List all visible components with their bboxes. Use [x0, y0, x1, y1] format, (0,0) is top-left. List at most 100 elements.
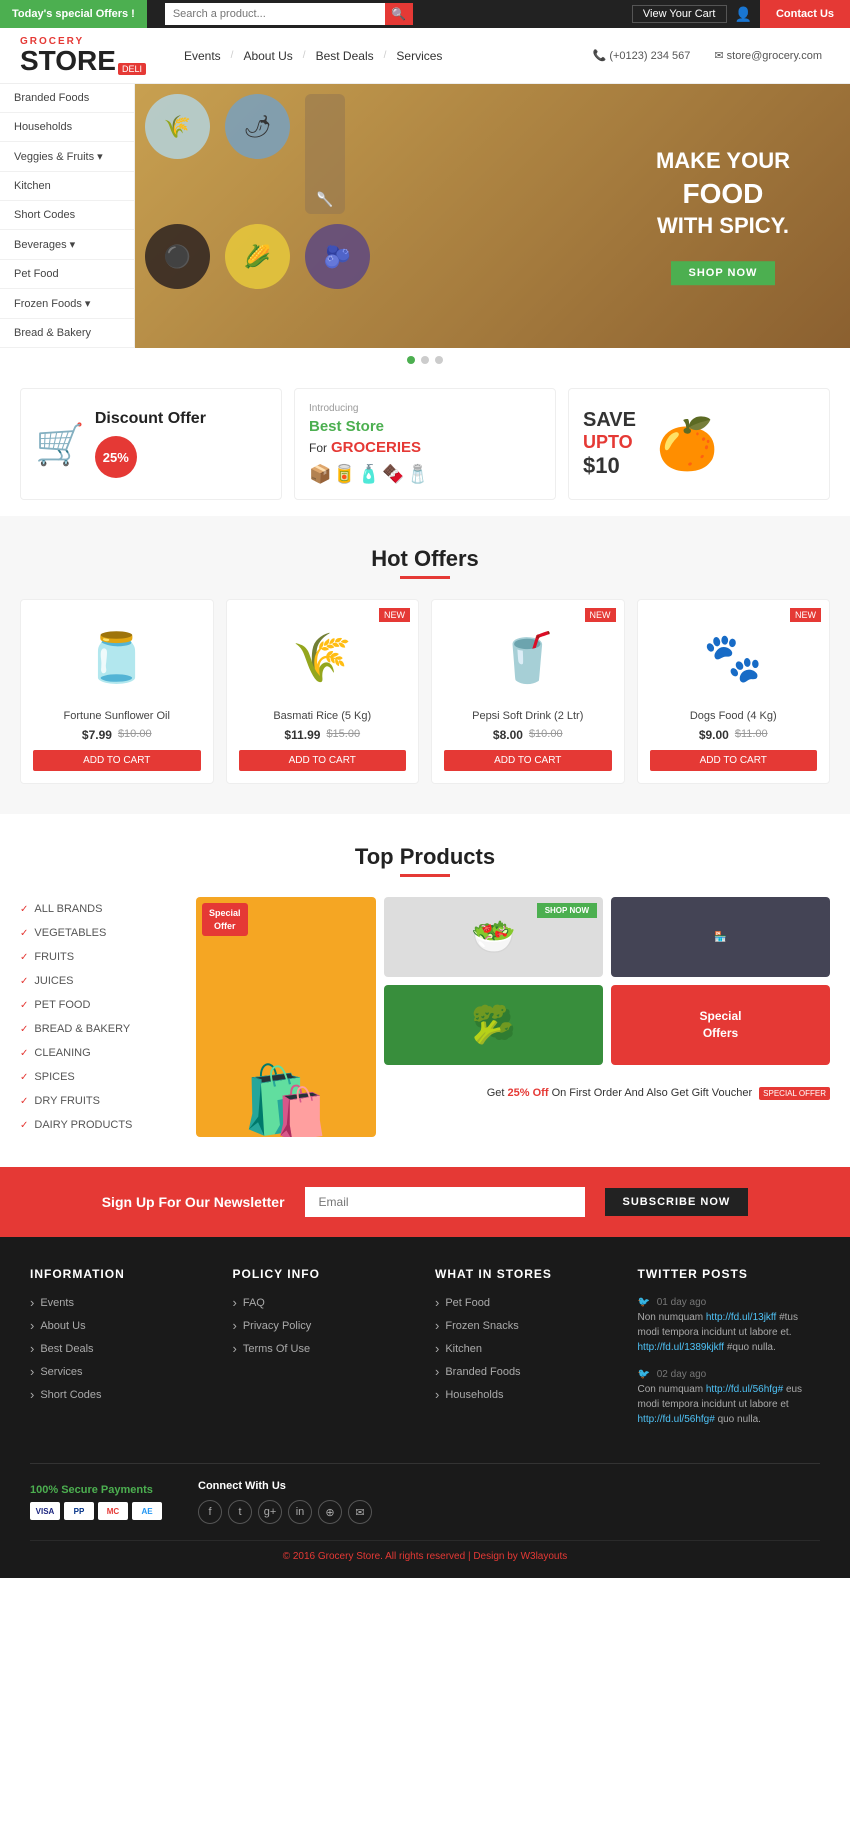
footer-terms-link[interactable]: Terms Of Use	[233, 1341, 416, 1356]
twitter-icon[interactable]: t	[228, 1500, 252, 1524]
promo-orange-icon: 🍊	[656, 415, 718, 474]
secure-payments-label: 100% Secure Payments	[30, 1484, 162, 1496]
mastercard-icon: MC	[98, 1502, 128, 1520]
header-contact-info: 📞 (+0123) 234 567 ✉ store@grocery.com	[593, 49, 830, 62]
twitter-link-2a[interactable]: http://fd.ul/56hfg#	[706, 1384, 783, 1395]
footer-about-link[interactable]: About Us	[30, 1318, 213, 1333]
product-new-price-pepsi: $8.00	[493, 728, 523, 742]
nav-services[interactable]: Services	[388, 49, 450, 63]
footer-kitchen-link[interactable]: Kitchen	[435, 1341, 618, 1356]
footer-services-link[interactable]: Services	[30, 1364, 213, 1379]
product-new-price-dogs: $9.00	[699, 728, 729, 742]
footer-policy-title: POLICY INFO	[233, 1267, 416, 1281]
twitter-text-2: Con numquam	[638, 1384, 704, 1395]
product-old-price-oil: $10.00	[118, 728, 152, 742]
rss-icon[interactable]: ⊕	[318, 1500, 342, 1524]
bowl-spice-red: 🌶	[225, 94, 290, 159]
sidebar-item-beverages[interactable]: Beverages ▾	[0, 230, 134, 260]
footer-best-deals-link[interactable]: Best Deals	[30, 1341, 213, 1356]
promo-introducing: Introducing	[309, 403, 358, 414]
logo-deli-badge: DELI	[118, 63, 146, 75]
top-images-container: SpecialOffer 🛍️ SHOP NOW 🥗 🏪	[196, 897, 830, 1137]
footer-short-codes-link[interactable]: Short Codes	[30, 1387, 213, 1402]
subscribe-button[interactable]: SUBSCRIBE NOW	[605, 1188, 749, 1216]
hero-shop-now-button[interactable]: SHOP NOW	[671, 261, 776, 285]
footer-privacy-link[interactable]: Privacy Policy	[233, 1318, 416, 1333]
twitter-time-1: 01 day ago	[657, 1297, 707, 1308]
product-old-price-pepsi: $10.00	[529, 728, 563, 742]
twitter-end-2: quo nulla.	[718, 1414, 761, 1425]
newsletter-section: Sign Up For Our Newsletter SUBSCRIBE NOW	[0, 1167, 850, 1237]
cat-dry-fruits[interactable]: DRY FRUITS	[20, 1089, 180, 1113]
hot-offers-section: Hot Offers 🫙 Fortune Sunflower Oil $7.99…	[0, 516, 850, 814]
cat-juices[interactable]: JUICES	[20, 969, 180, 993]
footer-frozen-link[interactable]: Frozen Snacks	[435, 1318, 618, 1333]
product-prices-dogs: $9.00 $11.00	[650, 728, 818, 742]
copyright-text: © 2016 Grocery Store. All rights reserve…	[283, 1551, 518, 1562]
sidebar-item-branded-foods[interactable]: Branded Foods	[0, 84, 134, 113]
cat-pet-food[interactable]: PET FOOD	[20, 993, 180, 1017]
spoon-1: 🥄	[305, 94, 345, 214]
hero-banner: 🌾 🌶 🥄 ⚫ 🌽 🫐 MAKE YOUR FOOD WITH SPICY. S…	[135, 84, 850, 348]
sidebar-item-frozen-foods[interactable]: Frozen Foods ▾	[0, 289, 134, 319]
cart-button[interactable]: View Your Cart	[632, 5, 727, 23]
product-prices-rice: $11.99 $15.00	[239, 728, 407, 742]
add-to-cart-dogs[interactable]: ADD TO CART	[650, 750, 818, 771]
product-tag-pepsi: NEW	[585, 608, 616, 622]
logo-store-text: STORE	[20, 47, 116, 75]
footer-events-link[interactable]: Events	[30, 1295, 213, 1310]
cat-all-brands[interactable]: ALL BRANDS	[20, 897, 180, 921]
newsletter-email-input[interactable]	[305, 1187, 585, 1217]
cat-vegetables[interactable]: VEGETABLES	[20, 921, 180, 945]
footer-twitter-title: TWITTER POSTS	[638, 1267, 821, 1281]
googleplus-icon[interactable]: g+	[258, 1500, 282, 1524]
sidebar-item-short-codes[interactable]: Short Codes	[0, 201, 134, 230]
nav-events[interactable]: Events	[176, 49, 229, 63]
footer-faq-link[interactable]: FAQ	[233, 1295, 416, 1310]
sidebar-item-households[interactable]: Households	[0, 113, 134, 142]
sidebar-item-veggies[interactable]: Veggies & Fruits ▾	[0, 142, 134, 172]
nav-best-deals[interactable]: Best Deals	[308, 49, 382, 63]
footer-policy: POLICY INFO FAQ Privacy Policy Terms Of …	[233, 1267, 416, 1439]
cat-cleaning[interactable]: CLEANING	[20, 1041, 180, 1065]
twitter-link-1a[interactable]: http://fd.ul/13jkff	[706, 1312, 776, 1323]
search-button[interactable]: 🔍	[385, 3, 413, 25]
slider-dots	[0, 348, 850, 372]
facebook-icon[interactable]: f	[198, 1500, 222, 1524]
twitter-post-1: 🐦 01 day ago Non numquam http://fd.ul/13…	[638, 1295, 821, 1355]
dot-3[interactable]	[435, 356, 443, 364]
dot-1[interactable]	[407, 356, 415, 364]
footer-households-link[interactable]: Households	[435, 1387, 618, 1402]
add-to-cart-oil[interactable]: ADD TO CART	[33, 750, 201, 771]
sidebar-item-bread-bakery[interactable]: Bread & Bakery	[0, 319, 134, 348]
footer-petfood-link[interactable]: Pet Food	[435, 1295, 618, 1310]
add-to-cart-rice[interactable]: ADD TO CART	[239, 750, 407, 771]
cat-spices[interactable]: SPICES	[20, 1065, 180, 1089]
connect-label: Connect With Us	[198, 1480, 372, 1492]
add-to-cart-pepsi[interactable]: ADD TO CART	[444, 750, 612, 771]
twitter-link-1b[interactable]: http://fd.ul/1389kjkff	[638, 1342, 725, 1353]
user-icon[interactable]: 👤	[735, 6, 752, 23]
sidebar-item-kitchen[interactable]: Kitchen	[0, 172, 134, 201]
product-name-pepsi: Pepsi Soft Drink (2 Ltr)	[444, 710, 612, 722]
copyright-brand: W3layouts	[521, 1551, 568, 1562]
footer-branded-link[interactable]: Branded Foods	[435, 1364, 618, 1379]
nav-about[interactable]: About Us	[235, 49, 300, 63]
promo-save-label: SAVE	[583, 409, 636, 432]
sidebar-item-pet-food[interactable]: Pet Food	[0, 260, 134, 289]
linkedin-icon[interactable]: in	[288, 1500, 312, 1524]
bowl-berries: 🫐	[305, 224, 370, 289]
contact-us-button[interactable]: Contact Us	[760, 0, 850, 28]
bowl-quinoa: 🌾	[145, 94, 210, 159]
cat-fruits[interactable]: FRUITS	[20, 945, 180, 969]
top-right-top-row: SHOP NOW 🥗 🏪	[384, 897, 830, 977]
cat-dairy[interactable]: DAIRY PRODUCTS	[20, 1113, 180, 1137]
dot-2[interactable]	[421, 356, 429, 364]
twitter-text-1: Non numquam	[638, 1312, 704, 1323]
email-icon[interactable]: ✉	[348, 1500, 372, 1524]
search-input[interactable]	[165, 3, 385, 25]
bowl-yellow-dal: 🌽	[225, 224, 290, 289]
twitter-link-2b[interactable]: http://fd.ul/56hfg#	[638, 1414, 715, 1425]
cat-bread-bakery[interactable]: BREAD & BAKERY	[20, 1017, 180, 1041]
shop-now-overlay-button[interactable]: SHOP NOW	[537, 903, 597, 918]
